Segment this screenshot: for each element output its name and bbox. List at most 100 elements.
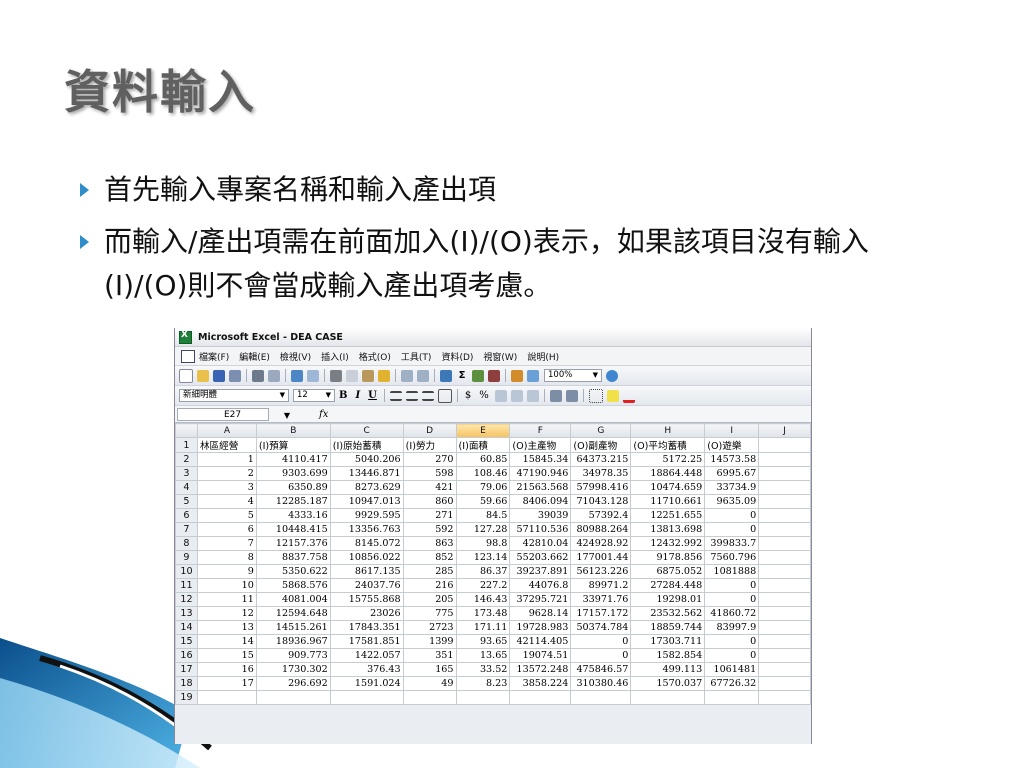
table-cell[interactable]: 11 <box>196 592 257 607</box>
save-icon[interactable] <box>213 369 225 382</box>
align-right-icon[interactable] <box>421 390 434 401</box>
table-cell[interactable]: (I)面積 <box>455 437 511 453</box>
table-cell[interactable]: 421 <box>402 480 457 495</box>
table-cell[interactable] <box>758 466 811 481</box>
table-cell[interactable]: 860 <box>402 494 457 509</box>
table-cell[interactable]: 8617.135 <box>329 564 404 579</box>
table-cell[interactable] <box>758 452 811 467</box>
row-header[interactable]: 17 <box>175 662 198 677</box>
table-cell[interactable]: 351 <box>402 648 457 663</box>
table-cell[interactable] <box>758 550 811 565</box>
table-cell[interactable]: 16 <box>196 662 257 677</box>
table-cell[interactable]: 4110.417 <box>255 452 331 467</box>
table-cell[interactable] <box>758 494 811 509</box>
table-cell[interactable]: (O)遊樂 <box>704 437 760 453</box>
column-header[interactable]: D <box>402 423 457 438</box>
row-header[interactable]: 12 <box>175 592 198 607</box>
open-icon[interactable] <box>197 369 209 382</box>
table-cell[interactable]: 271 <box>402 508 457 523</box>
menu-data[interactable]: 資料(D) <box>441 350 473 363</box>
sort-ascending-icon[interactable] <box>472 369 484 382</box>
table-cell[interactable]: 17 <box>196 676 257 691</box>
table-cell[interactable]: 376.43 <box>329 662 404 677</box>
fx-icon[interactable]: fx <box>319 409 328 420</box>
table-cell[interactable]: 13.65 <box>455 648 511 663</box>
column-header[interactable]: J <box>758 423 811 438</box>
table-cell[interactable]: 9628.14 <box>509 606 572 621</box>
column-header[interactable]: I <box>704 423 760 438</box>
table-cell[interactable]: 89971.2 <box>570 578 632 593</box>
table-cell[interactable]: 23532.562 <box>630 606 706 621</box>
column-header[interactable]: A <box>196 423 257 438</box>
table-cell[interactable]: 19074.51 <box>509 648 572 663</box>
table-cell[interactable] <box>758 676 811 691</box>
table-cell[interactable]: 18859.744 <box>630 620 706 635</box>
table-cell[interactable]: (O)主產物 <box>509 437 572 453</box>
table-cell[interactable]: 57392.4 <box>570 508 632 523</box>
row-header[interactable]: 6 <box>175 508 198 523</box>
table-cell[interactable]: 8406.094 <box>509 494 572 509</box>
table-cell[interactable] <box>402 690 457 705</box>
table-cell[interactable]: 8145.072 <box>329 536 404 551</box>
table-cell[interactable]: 42114.405 <box>509 634 572 649</box>
table-cell[interactable]: 11710.661 <box>630 494 706 509</box>
table-cell[interactable]: 50374.784 <box>570 620 632 635</box>
table-cell[interactable]: 10856.022 <box>329 550 404 565</box>
table-cell[interactable]: 39039 <box>509 508 572 523</box>
table-cell[interactable]: 17581.851 <box>329 634 404 649</box>
table-cell[interactable]: 10448.415 <box>255 522 331 537</box>
table-cell[interactable]: 86.37 <box>455 564 511 579</box>
table-cell[interactable]: 80988.264 <box>570 522 632 537</box>
row-header[interactable]: 15 <box>175 634 198 649</box>
table-cell[interactable]: 8.23 <box>455 676 511 691</box>
name-box[interactable]: E27 ▼ <box>177 407 290 421</box>
table-cell[interactable]: 13356.763 <box>329 522 404 537</box>
drawing-icon[interactable] <box>527 369 539 382</box>
table-cell[interactable]: 1570.037 <box>630 676 706 691</box>
table-cell[interactable]: 9178.856 <box>630 550 706 565</box>
italic-button[interactable]: I <box>355 390 360 401</box>
table-cell[interactable] <box>255 690 331 705</box>
spelling-icon[interactable] <box>291 369 303 382</box>
table-cell[interactable] <box>329 690 404 705</box>
table-cell[interactable]: 171.11 <box>455 620 511 635</box>
percent-button[interactable]: % <box>479 390 489 401</box>
font-size-dropdown[interactable]: 12 ▼ <box>293 389 335 402</box>
table-cell[interactable]: 14573.58 <box>704 452 760 467</box>
comma-style-icon[interactable] <box>494 389 507 402</box>
table-cell[interactable]: 39237.891 <box>509 564 572 579</box>
table-cell[interactable]: (I)預算 <box>255 437 331 453</box>
table-cell[interactable]: 98.8 <box>455 536 511 551</box>
table-cell[interactable]: 1061481 <box>704 662 760 677</box>
table-cell[interactable]: 216 <box>402 578 457 593</box>
row-header[interactable]: 4 <box>175 480 198 495</box>
table-cell[interactable]: 0 <box>704 522 760 537</box>
table-cell[interactable]: 8837.758 <box>255 550 331 565</box>
table-cell[interactable]: 15 <box>196 648 257 663</box>
table-cell[interactable]: 12594.648 <box>255 606 331 621</box>
new-icon[interactable] <box>179 368 193 383</box>
redo-icon[interactable] <box>417 369 429 382</box>
table-cell[interactable]: 44076.8 <box>509 578 572 593</box>
table-cell[interactable]: 177001.44 <box>570 550 632 565</box>
column-header[interactable]: F <box>509 423 572 438</box>
table-cell[interactable] <box>509 690 572 705</box>
print-preview-icon[interactable] <box>268 369 280 382</box>
table-cell[interactable]: (O)副產物 <box>570 437 632 453</box>
table-cell[interactable]: 1422.057 <box>329 648 404 663</box>
table-cell[interactable]: (O)平均蓄積 <box>630 437 706 453</box>
table-cell[interactable]: 27284.448 <box>630 578 706 593</box>
column-header[interactable]: C <box>329 423 404 438</box>
table-cell[interactable]: (I)原始蓄積 <box>329 437 404 453</box>
table-cell[interactable]: 64373.215 <box>570 452 632 467</box>
table-cell[interactable]: 5350.622 <box>255 564 331 579</box>
table-cell[interactable]: 227.2 <box>455 578 511 593</box>
row-header[interactable]: 5 <box>175 494 198 509</box>
table-cell[interactable]: 47190.946 <box>509 466 572 481</box>
increase-indent-icon[interactable] <box>565 389 578 402</box>
table-cell[interactable]: 6 <box>196 522 257 537</box>
table-cell[interactable]: 84.5 <box>455 508 511 523</box>
menu-window[interactable]: 視窗(W) <box>483 350 517 363</box>
sort-descending-icon[interactable] <box>488 369 500 382</box>
table-cell[interactable]: 0 <box>570 634 632 649</box>
